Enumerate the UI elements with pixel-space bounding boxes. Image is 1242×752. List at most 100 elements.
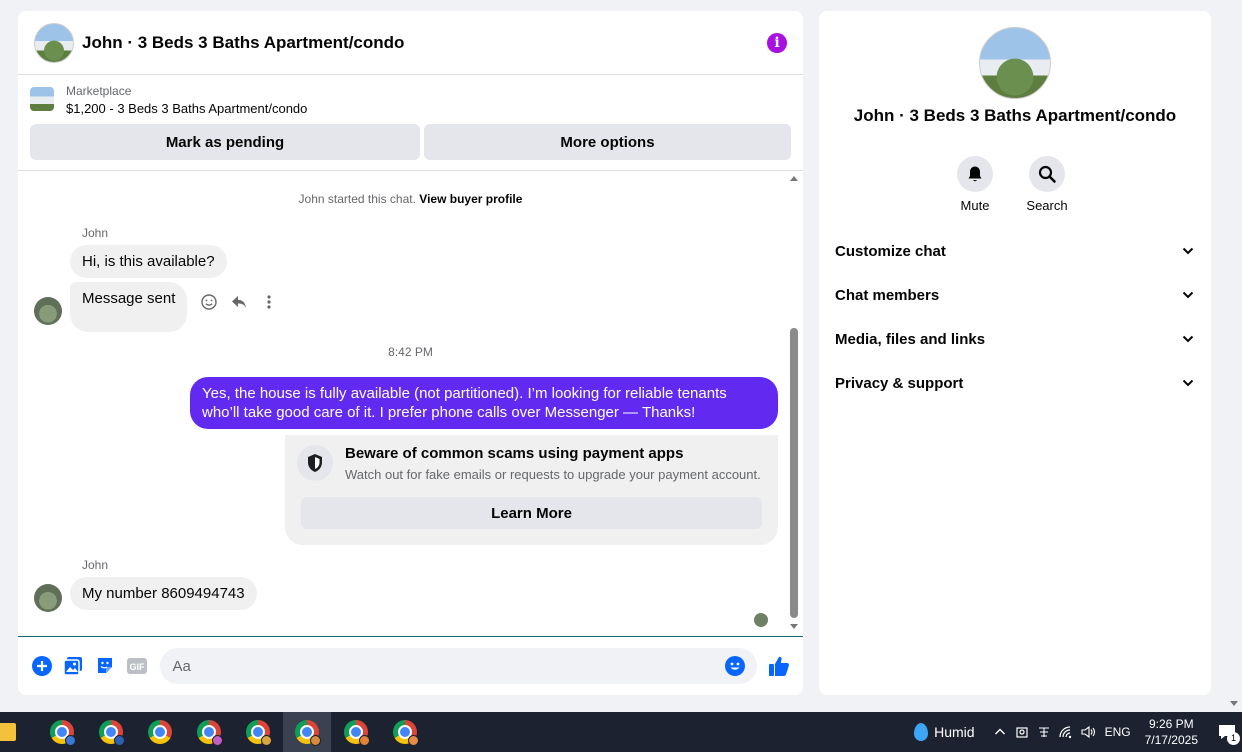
- message-list: John started this chat. View buyer profi…: [18, 171, 803, 633]
- scroll-down-arrow-icon[interactable]: [790, 624, 798, 629]
- more-icon[interactable]: [260, 293, 278, 311]
- message-bubble[interactable]: Message sent: [70, 282, 188, 332]
- clock-date: 7/17/2025: [1144, 733, 1198, 747]
- chrome-window-button[interactable]: [136, 712, 184, 752]
- react-icon[interactable]: [200, 293, 218, 311]
- scroll-up-arrow-icon[interactable]: [790, 176, 798, 181]
- section-label: Customize chat: [835, 242, 946, 260]
- listing-name: $1,200 - 3 Beds 3 Baths Apartment/condo: [66, 101, 308, 116]
- gif-icon[interactable]: GIF: [121, 650, 153, 682]
- chat-title[interactable]: John · 3 Beds 3 Baths Apartment/condo: [82, 33, 767, 53]
- profile-badge: [408, 735, 419, 746]
- chat-info-panel: John · 3 Beds 3 Baths Apartment/condo Mu…: [819, 11, 1211, 695]
- info-icon[interactable]: i: [767, 32, 787, 53]
- section-customize-chat[interactable]: Customize chat: [819, 229, 1211, 273]
- profile-badge: [212, 735, 223, 746]
- message-timestamp: 8:42 PM: [388, 345, 433, 359]
- notification-button[interactable]: 1: [1212, 712, 1242, 752]
- emoji-icon[interactable]: [725, 656, 746, 676]
- message-scrollbar[interactable]: [789, 171, 799, 633]
- chevron-down-icon: [1182, 291, 1194, 299]
- more-options-button[interactable]: More options: [424, 124, 791, 160]
- outgoing-message-bubble[interactable]: Yes, the house is fully available (not p…: [190, 377, 778, 429]
- clock-time: 9:26 PM: [1148, 717, 1194, 731]
- message-input-box[interactable]: [160, 648, 758, 684]
- settings-sections: Customize chat Chat members Media, files…: [819, 229, 1211, 405]
- search-button[interactable]: Search: [1026, 156, 1068, 213]
- section-label: Privacy & support: [835, 374, 964, 392]
- reply-icon[interactable]: [230, 293, 248, 311]
- chevron-up-icon[interactable]: [989, 712, 1011, 752]
- mute-button[interactable]: Mute: [957, 156, 993, 213]
- meet-icon[interactable]: [1011, 712, 1033, 752]
- profile-actions: Mute Search: [957, 156, 1068, 213]
- add-icon[interactable]: [26, 650, 58, 682]
- scam-warning-card: Beware of common scams using payment app…: [285, 435, 778, 545]
- chrome-window-button[interactable]: [185, 712, 233, 752]
- profile-badge: [65, 735, 76, 746]
- sender-avatar[interactable]: [34, 297, 62, 325]
- profile-title: John · 3 Beds 3 Baths Apartment/condo: [853, 106, 1177, 125]
- message-bubble[interactable]: My number 8609494743: [70, 577, 257, 610]
- taskbar: Humid ENG 9:26 PM 7/17/2025 1: [0, 712, 1242, 752]
- volume-icon[interactable]: [1077, 712, 1099, 752]
- profile-badge: [359, 735, 370, 746]
- listing-source: Marketplace: [66, 84, 132, 98]
- file-explorer-icon[interactable]: [0, 723, 16, 741]
- chrome-window-button-active[interactable]: [283, 712, 331, 752]
- listing-info[interactable]: Marketplace $1,200 - 3 Beds 3 Baths Apar…: [18, 75, 803, 119]
- message-actions: [200, 293, 278, 311]
- sender-name: John: [82, 226, 109, 240]
- learn-more-button[interactable]: Learn More: [301, 497, 762, 529]
- chrome-window-button[interactable]: [87, 712, 135, 752]
- sender-avatar[interactable]: [34, 584, 62, 612]
- message-bubble[interactable]: Hi, is this available?: [70, 245, 227, 278]
- warning-title: Beware of common scams using payment app…: [345, 445, 684, 462]
- section-privacy-support[interactable]: Privacy & support: [819, 361, 1211, 405]
- page-scrollbar[interactable]: [1225, 0, 1242, 712]
- weather-widget[interactable]: Humid: [914, 723, 975, 741]
- input-method-icon[interactable]: [1033, 712, 1055, 752]
- chevron-down-icon: [1182, 379, 1194, 387]
- section-chat-members[interactable]: Chat members: [819, 273, 1211, 317]
- sticker-icon[interactable]: [89, 650, 121, 682]
- chrome-window-button[interactable]: [234, 712, 282, 752]
- chat-started-notice: John started this chat. View buyer profi…: [18, 192, 803, 206]
- mark-pending-button[interactable]: Mark as pending: [30, 124, 420, 160]
- profile-badge: [114, 735, 125, 746]
- search-icon: [1029, 156, 1065, 192]
- shield-icon: [297, 445, 333, 481]
- sender-name: John: [82, 558, 109, 572]
- view-buyer-profile-link[interactable]: View buyer profile: [419, 192, 522, 206]
- chat-panel: John · 3 Beds 3 Baths Apartment/condo i …: [18, 11, 803, 695]
- listing-actions: Mark as pending More options: [18, 119, 803, 171]
- chrome-window-button[interactable]: [332, 712, 380, 752]
- photo-icon[interactable]: [58, 650, 90, 682]
- scroll-thumb[interactable]: [790, 328, 798, 618]
- chrome-window-button[interactable]: [38, 712, 86, 752]
- chat-avatar[interactable]: [34, 22, 74, 63]
- wifi-icon[interactable]: [1055, 712, 1077, 752]
- search-label: Search: [1026, 198, 1068, 213]
- chevron-down-icon: [1182, 247, 1194, 255]
- bell-icon: [957, 156, 993, 192]
- message-input[interactable]: [172, 657, 726, 675]
- profile-avatar[interactable]: [979, 27, 1051, 99]
- taskbar-apps: [38, 712, 429, 752]
- scroll-down-arrow-icon[interactable]: [1230, 701, 1238, 706]
- language-indicator[interactable]: ENG: [1105, 725, 1131, 739]
- listing-thumbnail: [30, 87, 54, 111]
- profile-badge: [310, 735, 321, 746]
- chrome-window-button[interactable]: [381, 712, 429, 752]
- gif-label: GIF: [129, 662, 145, 672]
- mute-label: Mute: [960, 198, 990, 213]
- chat-header: John · 3 Beds 3 Baths Apartment/condo i: [18, 11, 803, 75]
- weather-label: Humid: [934, 724, 975, 740]
- profile-badge: [261, 735, 272, 746]
- section-media-files-links[interactable]: Media, files and links: [819, 317, 1211, 361]
- section-label: Media, files and links: [835, 330, 986, 348]
- chevron-down-icon: [1182, 335, 1194, 343]
- warning-description: Watch out for fake emails or requests to…: [345, 467, 761, 482]
- clock[interactable]: 9:26 PM 7/17/2025: [1145, 716, 1198, 748]
- thumbs-up-icon[interactable]: [763, 650, 795, 682]
